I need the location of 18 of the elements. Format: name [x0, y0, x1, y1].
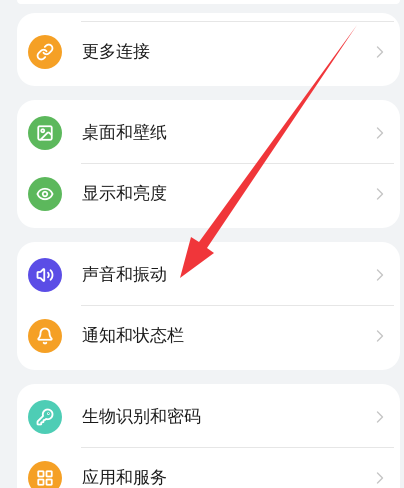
- item-label: 通知和状态栏: [82, 325, 185, 348]
- item-label: 生物识别和密码: [82, 406, 202, 428]
- link-icon: [36, 43, 54, 61]
- settings-item[interactable]: 更多连接: [17, 22, 400, 82]
- speaker-icon: [36, 266, 54, 284]
- bell-icon: [36, 327, 54, 345]
- item-label: 显示和亮度: [82, 183, 168, 206]
- item-label: 声音和振动: [82, 264, 168, 286]
- item-label: 应用和服务: [82, 467, 168, 488]
- settings-item[interactable]: 通知和状态栏: [17, 306, 400, 366]
- eye-icon: [36, 185, 54, 203]
- settings-item[interactable]: 生物识别和密码: [17, 387, 400, 447]
- settings-item[interactable]: 应用和服务: [17, 448, 400, 488]
- item-label: 更多连接: [82, 41, 151, 64]
- key-icon: [36, 408, 54, 426]
- grid-icon: [36, 469, 54, 487]
- image-icon: [36, 124, 54, 142]
- item-label: 桌面和壁纸: [82, 122, 168, 144]
